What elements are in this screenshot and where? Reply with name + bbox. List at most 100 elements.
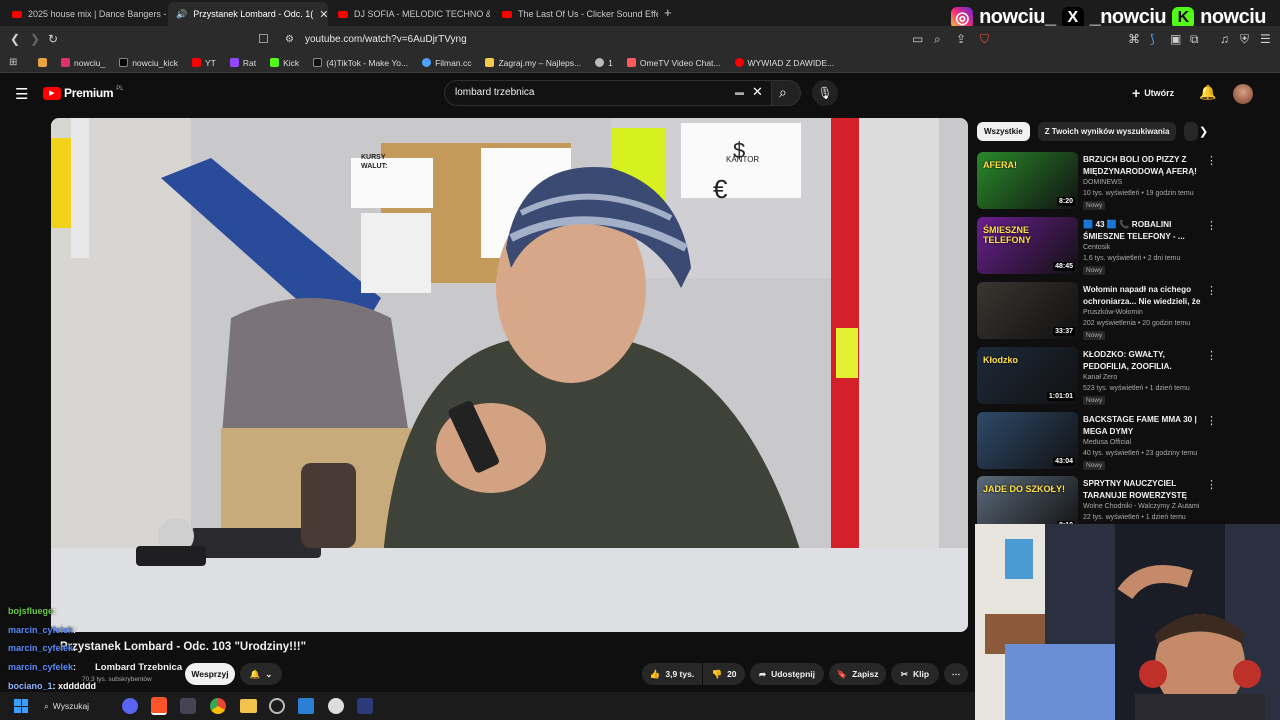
recommendation-title[interactable]: BACKSTAGE FAME MMA 30 | MEGA DYMY — [1083, 414, 1207, 437]
new-tab-icon[interactable]: + — [664, 5, 672, 20]
more-vertical-icon[interactable]: ⋮ — [1206, 414, 1217, 427]
recommendation-title[interactable]: 🟦 43 🟦 📞 ROBALINI ŚMIESZNE TELEFONY - ..… — [1083, 219, 1207, 242]
extensions-icon[interactable]: ⧉ — [1190, 32, 1199, 47]
tab-label: The Last Of Us - Clicker Sound Effect — [518, 9, 658, 19]
sidebar-toggle-icon[interactable]: ▣ — [1170, 32, 1181, 46]
bookmark-item[interactable]: Zagraj.my – Najleps... — [485, 58, 581, 68]
more-vertical-icon[interactable]: ⋮ — [1206, 284, 1217, 297]
recommendation-channel[interactable]: DOMINEWS — [1083, 179, 1122, 186]
chip-all[interactable]: Wszystkie — [977, 122, 1030, 141]
search-button[interactable]: ⌕ — [771, 80, 801, 106]
share-button[interactable]: ➦ Udostępnij — [750, 663, 824, 685]
clip-button[interactable]: ✂ Klip — [891, 663, 939, 685]
video-player[interactable]: $ € KANTOR KURSY WALUT: — [51, 118, 968, 632]
apps-grid-icon[interactable]: ⊞ — [9, 57, 17, 68]
brave-icon[interactable] — [151, 697, 167, 715]
bookmark-item[interactable]: nowciu_kick — [119, 58, 178, 68]
reload-icon[interactable]: ↻ — [48, 32, 58, 46]
bookmark-item[interactable]: OmeTV Video Chat... — [626, 58, 721, 68]
bookmark-icon[interactable]: ☐ — [258, 32, 269, 46]
dislike-button[interactable]: 👎 20 — [703, 663, 745, 685]
youtube-premium-logo[interactable]: ▶ Premium PL — [43, 86, 124, 100]
url-field[interactable]: youtube.com/watch?v=6AuDjrTVyng — [305, 34, 467, 45]
voice-search-button[interactable]: 🎙 — [812, 80, 838, 106]
bookmark-folder[interactable] — [38, 58, 47, 67]
bookmark-item[interactable]: (4)TikTok - Make Yo... — [313, 58, 408, 68]
recommendation-title[interactable]: Wołomin napadł na cichego ochroniarza...… — [1083, 284, 1207, 308]
video-thumbnail[interactable]: ŚMIESZNE TELEFONY 48:45 — [977, 217, 1078, 274]
hamburger-menu-icon[interactable]: ☰ — [15, 85, 28, 103]
create-button[interactable]: + Utwórz — [1132, 82, 1174, 104]
channel-name[interactable]: Lombard Trzebnica — [95, 662, 182, 673]
vpn-icon[interactable]: ⌘ — [1128, 32, 1140, 46]
obs-icon[interactable] — [269, 698, 285, 714]
recommendation-item[interactable]: 43:04 BACKSTAGE FAME MMA 30 | MEGA DYMY Me… — [977, 412, 1217, 472]
windows-start-icon[interactable] — [14, 699, 28, 713]
search-input[interactable]: lombard trzebnica ▬ ✕ — [444, 80, 772, 106]
recommendation-item[interactable]: Kłodzko 1:01:01 KŁODZKO: GWAŁTY, PEDOFILIA… — [977, 347, 1217, 407]
translate-icon[interactable]: ⟆ — [1150, 32, 1155, 46]
chrome-icon[interactable] — [210, 698, 226, 714]
more-vertical-icon[interactable]: ⋮ — [1206, 478, 1217, 491]
app-window-icon[interactable] — [298, 698, 314, 714]
bookmark-item[interactable]: nowciu_ — [61, 58, 105, 68]
cast-icon[interactable]: ▭ — [912, 32, 923, 46]
site-info-icon[interactable]: ⚙ — [285, 34, 294, 45]
video-thumbnail[interactable]: AFERA! 8:20 — [977, 152, 1078, 209]
more-vertical-icon[interactable]: ⋮ — [1206, 219, 1217, 232]
keyboard-icon[interactable]: ▬ — [735, 87, 744, 97]
recommendation-title[interactable]: SPRYTNY NAUCZYCIEL TARANUJE ROWERZYSTĘ P… — [1083, 478, 1207, 502]
tab-house-mix[interactable]: 2025 house mix | Dance Bangers - Yo — [4, 2, 166, 26]
zoom-icon[interactable]: ⌕ — [934, 32, 941, 47]
notifications-button[interactable]: 🔔 ⌄ — [240, 663, 282, 685]
bookmark-item[interactable]: 1 — [595, 58, 613, 68]
video-thumbnail[interactable]: Kłodzko 1:01:01 — [977, 347, 1078, 404]
bookmark-item[interactable]: WYWIAD Z DAWIDE... — [734, 58, 834, 68]
close-tab-icon[interactable]: ✕ — [319, 8, 328, 21]
chip-from-search[interactable]: Z Twoich wyników wyszukiwania — [1037, 122, 1177, 141]
tab-przystanek-lombard[interactable]: 🔊 Przystanek Lombard - Odc. 1( ✕ — [168, 2, 328, 26]
tab-dj-sofia[interactable]: DJ SOFIA - MELODIC TECHNO & FU — [330, 2, 490, 26]
save-button[interactable]: 🔖 Zapisz — [829, 663, 886, 685]
clear-search-icon[interactable]: ✕ — [752, 84, 763, 100]
bookmark-item[interactable]: YT — [192, 58, 216, 68]
notifications-bell-icon[interactable]: 🔔 — [1199, 84, 1216, 101]
support-button[interactable]: Wesprzyj — [185, 663, 235, 685]
recommendation-item[interactable]: 33:37 Wołomin napadł na cichego ochroniar… — [977, 282, 1217, 342]
recommendation-channel[interactable]: Medusa Official — [1083, 439, 1131, 446]
app-blue-icon[interactable] — [357, 698, 373, 714]
more-vertical-icon[interactable]: ⋮ — [1206, 154, 1217, 167]
recommendation-item[interactable]: ŚMIESZNE TELEFONY 48:45 🟦 43 🟦 📞 ROBALINI … — [977, 217, 1217, 277]
taskbar-search[interactable]: ⌕ Wyszukaj — [44, 696, 110, 716]
bookmark-item[interactable]: Rat — [229, 58, 256, 68]
recommendation-channel[interactable]: Pruszków-Wołomin — [1083, 309, 1143, 316]
chip-more[interactable] — [1184, 122, 1199, 141]
file-explorer-icon[interactable] — [240, 699, 257, 713]
more-vertical-icon[interactable]: ⋮ — [1206, 349, 1217, 362]
forward-icon[interactable]: ❯ — [30, 32, 40, 46]
recommendation-title[interactable]: KŁODZKO: GWAŁTY, PEDOFILIA, ZOOFILIA. WS… — [1083, 349, 1207, 373]
bookmark-item[interactable]: Filman.cc — [422, 58, 471, 68]
recommendation-item[interactable]: AFERA! 8:20 BRZUCH BOLI OD PIZZY Z MIĘDZYN… — [977, 152, 1217, 212]
shield-icon[interactable]: ⛨ — [1240, 32, 1249, 47]
back-icon[interactable]: ❮ — [10, 32, 20, 46]
recommendation-channel[interactable]: Kanał Zero — [1083, 374, 1117, 381]
share-icon[interactable]: ⇪ — [956, 32, 966, 46]
brave-shield-icon[interactable]: ⛉ — [980, 32, 989, 47]
video-thumbnail[interactable]: 33:37 — [977, 282, 1078, 339]
music-icon[interactable]: ♫ — [1220, 32, 1229, 46]
like-button[interactable]: 👍 3,9 tys. — [642, 663, 702, 685]
more-actions-button[interactable]: ⋯ — [944, 663, 968, 685]
app-circle-icon[interactable] — [328, 698, 344, 714]
bookmark-item[interactable]: Kick — [270, 58, 299, 68]
video-thumbnail[interactable]: 43:04 — [977, 412, 1078, 469]
avatar[interactable] — [1233, 84, 1253, 104]
menu-icon[interactable]: ☰ — [1260, 32, 1271, 46]
recommendation-channel[interactable]: Wolne Chodniki - Walczymy Z Autami — [1083, 503, 1199, 510]
app-icon[interactable] — [180, 698, 196, 714]
discord-icon[interactable] — [122, 698, 138, 714]
tab-last-of-us[interactable]: The Last Of Us - Clicker Sound Effect — [494, 2, 658, 26]
recommendation-channel[interactable]: Centosik — [1083, 244, 1110, 251]
recommendation-title[interactable]: BRZUCH BOLI OD PIZZY Z MIĘDZYNARODOWĄ AF… — [1083, 154, 1207, 177]
chevron-right-icon[interactable]: ❯ — [1199, 125, 1208, 138]
